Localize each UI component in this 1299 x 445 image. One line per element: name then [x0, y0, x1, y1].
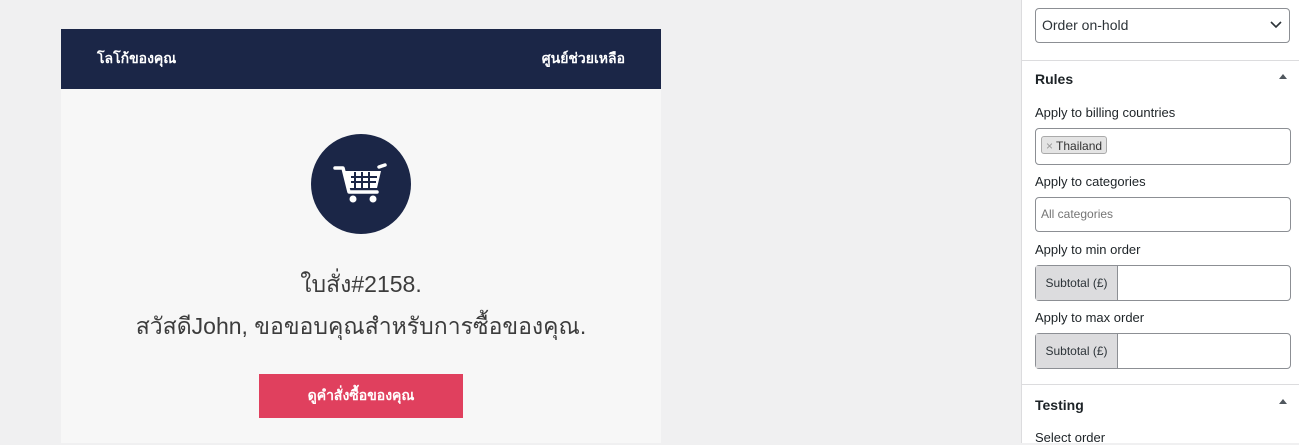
max-order-prefix: Subtotal (£): [1036, 334, 1118, 368]
divider: [1022, 60, 1299, 61]
divider: [1022, 384, 1299, 385]
max-order-input[interactable]: Subtotal (£): [1035, 333, 1291, 369]
chevron-down-icon: [1270, 21, 1282, 29]
collapse-arrow-icon[interactable]: [1279, 73, 1287, 81]
testing-section-title[interactable]: Testing: [1035, 397, 1084, 413]
view-order-button[interactable]: ดูคำสั่งซื้อของคุณ: [259, 374, 463, 418]
country-tag: × Thailand: [1041, 136, 1108, 154]
min-order-label: Apply to min order: [1035, 242, 1141, 257]
min-order-prefix: Subtotal (£): [1036, 266, 1118, 300]
order-status-value: Order on-hold: [1042, 17, 1129, 33]
shopping-cart-icon: [333, 163, 387, 203]
order-status-select[interactable]: Order on-hold: [1035, 8, 1290, 43]
collapse-arrow-icon[interactable]: [1279, 398, 1287, 406]
min-order-input[interactable]: Subtotal (£): [1035, 265, 1291, 301]
logo-placeholder: โลโก้ของคุณ: [97, 50, 177, 66]
categories-placeholder: All categories: [1041, 207, 1114, 221]
max-order-label: Apply to max order: [1035, 310, 1145, 325]
categories-input[interactable]: All categories: [1035, 197, 1291, 232]
order-title: ใบสั่ง#2158.: [300, 271, 422, 297]
country-tag-label: Thailand: [1056, 139, 1103, 153]
help-center-link[interactable]: ศูนย์ช่วยเหลือ: [542, 48, 625, 70]
categories-label: Apply to categories: [1035, 174, 1146, 189]
billing-countries-label: Apply to billing countries: [1035, 105, 1176, 120]
greeting-text: สวัสดีJohn, ขอขอบคุณสำหรับการซื้อของคุณ.: [135, 313, 587, 339]
cart-badge: [311, 134, 411, 234]
settings-sidebar: Order on-hold Rules Apply to billing cou…: [1021, 0, 1299, 445]
remove-tag-icon[interactable]: ×: [1046, 139, 1053, 153]
rules-section-title[interactable]: Rules: [1035, 71, 1073, 87]
email-preview: โลโก้ของคุณ ศูนย์ช่วยเหลือ ใบสั่ง#2158. …: [61, 29, 661, 443]
email-header: โลโก้ของคุณ ศูนย์ช่วยเหลือ: [61, 29, 661, 89]
billing-countries-input[interactable]: × Thailand: [1035, 128, 1291, 165]
